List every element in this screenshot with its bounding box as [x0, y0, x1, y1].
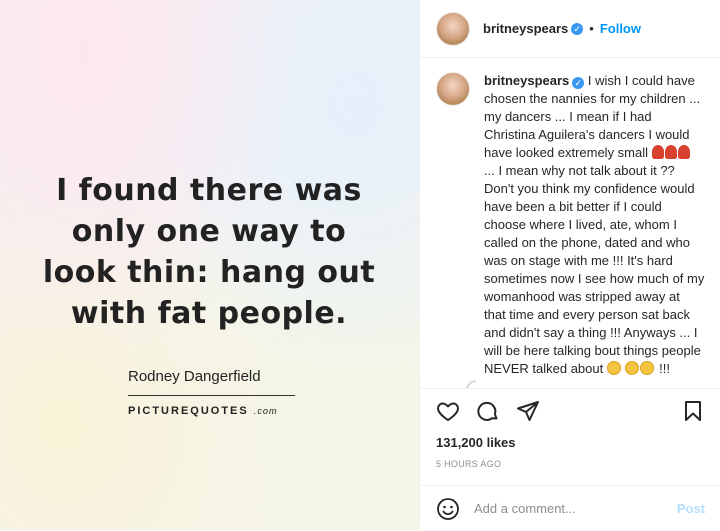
caption-avatar[interactable] [436, 72, 470, 106]
caption-username[interactable]: britneyspears [484, 73, 569, 88]
verified-badge-icon: ✓ [571, 22, 584, 35]
avatar[interactable] [436, 11, 470, 46]
heart-icon[interactable] [436, 399, 460, 423]
post-image[interactable]: I found there was only one way to look t… [0, 0, 419, 530]
separator-dot: • [589, 21, 594, 36]
caption-end: !!! [659, 361, 670, 376]
flushed-emoji-icon [625, 361, 640, 375]
post-header: britneyspears ✓ • Follow [420, 0, 720, 58]
caption: britneyspears ✓ I wish I could have chose… [420, 58, 720, 388]
share-icon[interactable] [516, 399, 540, 423]
follow-button[interactable]: Follow [600, 21, 641, 36]
caption-text: britneyspears ✓ I wish I could have chose… [484, 72, 705, 388]
header-username[interactable]: britneyspears [483, 21, 568, 36]
caption-body-2: ... I mean why not talk about it ?? Don'… [484, 163, 705, 376]
post-button[interactable]: Post [677, 501, 705, 516]
comments-area[interactable]: britneyspears ✓ I wish I could have chose… [420, 58, 720, 388]
smiley-icon[interactable] [436, 497, 460, 521]
post-time[interactable]: 5 HOURS AGO [436, 459, 501, 469]
dancer-emoji-icon [677, 145, 690, 159]
brand-name: PICTUREQUOTES [128, 405, 249, 417]
action-bar [420, 388, 720, 433]
comment-input[interactable] [472, 500, 656, 517]
quote-author: Rodney Dangerfield [128, 368, 261, 385]
verified-badge-icon: ✓ [572, 77, 585, 89]
post-sidebar: britneyspears ✓ • Follow britneyspears ✓ … [419, 0, 720, 530]
brand-watermark: PICTUREQUOTES .com [128, 405, 278, 417]
brand-suffix: .com [253, 406, 278, 416]
loading-spinner-icon [436, 380, 476, 388]
add-comment-bar: Post [420, 485, 720, 531]
likes-count[interactable]: 131,200 likes [436, 435, 516, 450]
rolling-eyes-emoji-icon [606, 361, 621, 375]
flushed-emoji-icon [640, 361, 655, 375]
divider [128, 395, 295, 396]
comment-icon[interactable] [476, 399, 500, 423]
instagram-post: I found there was only one way to look t… [0, 0, 720, 530]
dancer-emoji-icon [651, 145, 664, 159]
quote-text: I found there was only one way to look t… [42, 173, 376, 331]
bookmark-icon[interactable] [681, 399, 705, 423]
dancer-emoji-icon [664, 145, 677, 159]
